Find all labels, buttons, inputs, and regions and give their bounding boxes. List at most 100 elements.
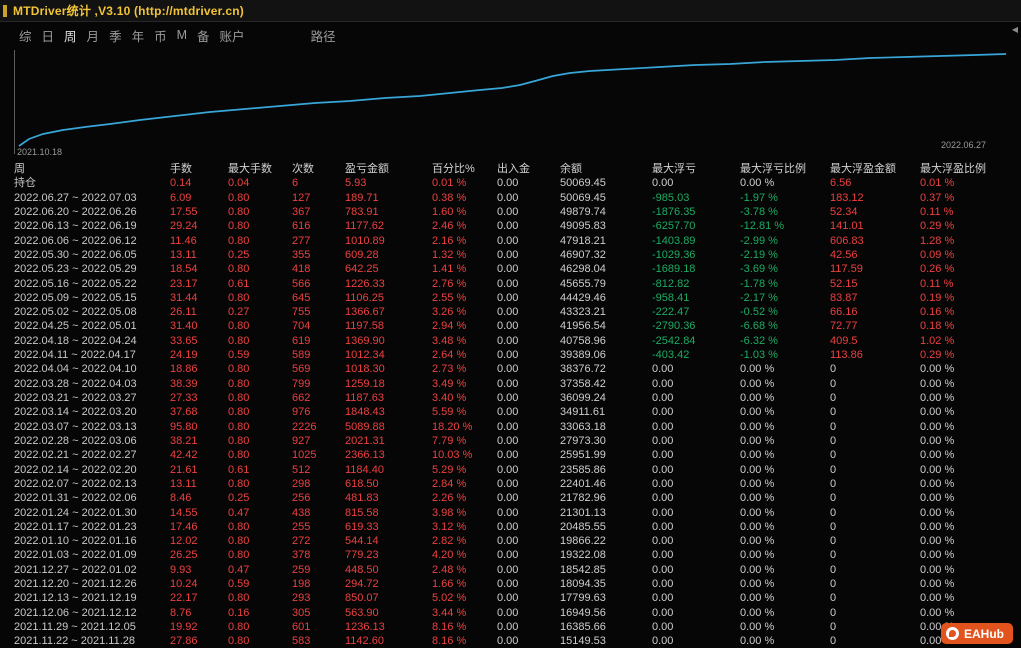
- menu-item-周[interactable]: 周: [59, 26, 82, 45]
- table-cell: 2021.11.22 ~ 2021.11.28: [0, 634, 170, 648]
- table-row[interactable]: 2022.01.03 ~ 2022.01.0926.250.80378779.2…: [0, 548, 1021, 562]
- table-cell: 26.25: [170, 548, 228, 562]
- table-cell: 14.55: [170, 506, 228, 520]
- table-cell: 持仓: [0, 176, 170, 190]
- table-cell: 0.00: [652, 477, 740, 491]
- collapse-panel-icon[interactable]: ◀: [1012, 26, 1018, 34]
- table-row[interactable]: 2022.04.25 ~ 2022.05.0131.400.807041197.…: [0, 319, 1021, 333]
- table-row[interactable]: 2022.01.10 ~ 2022.01.1612.020.80272544.1…: [0, 534, 1021, 548]
- table-row[interactable]: 2022.06.06 ~ 2022.06.1211.460.802771010.…: [0, 234, 1021, 248]
- table-cell: 2226: [292, 420, 345, 434]
- table-row[interactable]: 2022.05.23 ~ 2022.05.2918.540.80418642.2…: [0, 262, 1021, 276]
- column-header[interactable]: 余额: [560, 162, 652, 176]
- table-row[interactable]: 2021.11.29 ~ 2021.12.0519.920.806011236.…: [0, 620, 1021, 634]
- table-cell: -2542.84: [652, 334, 740, 348]
- eahub-badge[interactable]: EAHub: [941, 623, 1013, 644]
- table-cell: 0.00: [497, 606, 560, 620]
- menu-item-月[interactable]: 月: [82, 26, 105, 45]
- table-row[interactable]: 2021.12.13 ~ 2021.12.1922.170.80293850.0…: [0, 591, 1021, 605]
- table-cell: 3.40 %: [432, 391, 497, 405]
- column-header[interactable]: 最大手数: [228, 162, 292, 176]
- menu-item-季[interactable]: 季: [104, 26, 127, 45]
- table-cell: 47918.21: [560, 234, 652, 248]
- table-row[interactable]: 2022.02.21 ~ 2022.02.2742.420.8010252366…: [0, 448, 1021, 462]
- table-row[interactable]: 2021.11.22 ~ 2021.11.2827.860.805831142.…: [0, 634, 1021, 648]
- table-cell: 1197.58: [345, 319, 432, 333]
- table-cell: 418: [292, 262, 345, 276]
- table-row[interactable]: 2022.01.17 ~ 2022.01.2317.460.80255619.3…: [0, 520, 1021, 534]
- table-row[interactable]: 2022.05.09 ~ 2022.05.1531.440.806451106.…: [0, 291, 1021, 305]
- table-row[interactable]: 2022.04.11 ~ 2022.04.1724.190.595891012.…: [0, 348, 1021, 362]
- table-cell: 42.56: [830, 248, 920, 262]
- table-row[interactable]: 2022.05.02 ~ 2022.05.0826.110.277551366.…: [0, 305, 1021, 319]
- table-cell: 2022.01.31 ~ 2022.02.06: [0, 491, 170, 505]
- app-icon: [3, 5, 7, 17]
- table-cell: 0.00 %: [920, 591, 1021, 605]
- menu-item-日[interactable]: 日: [37, 26, 60, 45]
- table-cell: 0.00: [497, 591, 560, 605]
- table-cell: 2.26 %: [432, 491, 497, 505]
- table-cell: 0.00 %: [920, 391, 1021, 405]
- table-cell: 0.00: [497, 277, 560, 291]
- menu-item-综[interactable]: 综: [14, 26, 37, 45]
- column-header[interactable]: 最大浮亏: [652, 162, 740, 176]
- column-header[interactable]: 最大浮盈金额: [830, 162, 920, 176]
- table-row[interactable]: 2022.04.18 ~ 2022.04.2433.650.806191369.…: [0, 334, 1021, 348]
- table-cell: 1010.89: [345, 234, 432, 248]
- table-cell: 2022.01.03 ~ 2022.01.09: [0, 548, 170, 562]
- table-row[interactable]: 2022.06.20 ~ 2022.06.2617.550.80367783.9…: [0, 205, 1021, 219]
- menu-item-币[interactable]: 币: [149, 26, 172, 45]
- table-cell: 21782.96: [560, 491, 652, 505]
- table-cell: 0.80: [228, 477, 292, 491]
- table-cell: 2.76 %: [432, 277, 497, 291]
- menu-item-M[interactable]: M: [172, 28, 192, 42]
- table-row[interactable]: 2022.02.14 ~ 2022.02.2021.610.615121184.…: [0, 463, 1021, 477]
- table-row[interactable]: 2022.05.30 ~ 2022.06.0513.110.25355609.2…: [0, 248, 1021, 262]
- table-row[interactable]: 2021.12.06 ~ 2021.12.128.760.16305563.90…: [0, 606, 1021, 620]
- table-cell: 0.00 %: [740, 506, 830, 520]
- table-cell: 0.00 %: [920, 362, 1021, 376]
- column-header[interactable]: 百分比%: [432, 162, 497, 176]
- table-row[interactable]: 2022.05.16 ~ 2022.05.2223.170.615661226.…: [0, 277, 1021, 291]
- table-row[interactable]: 2022.03.14 ~ 2022.03.2037.680.809761848.…: [0, 405, 1021, 419]
- menu-item-账户[interactable]: 账户: [215, 26, 250, 45]
- table-row[interactable]: 2021.12.27 ~ 2022.01.029.930.47259448.50…: [0, 563, 1021, 577]
- eahub-badge-label: EAHub: [964, 627, 1004, 641]
- menu-item-备[interactable]: 备: [192, 26, 215, 45]
- table-row[interactable]: 2022.02.07 ~ 2022.02.1313.110.80298618.5…: [0, 477, 1021, 491]
- stats-table-header: 周手数最大手数次数盈亏金额百分比%出入金余额最大浮亏最大浮亏比例最大浮盈金额最大…: [0, 162, 1021, 176]
- table-cell: 0.00: [652, 534, 740, 548]
- column-header[interactable]: 最大浮亏比例: [740, 162, 830, 176]
- table-row[interactable]: 2022.03.21 ~ 2022.03.2727.330.806621187.…: [0, 391, 1021, 405]
- column-header[interactable]: 手数: [170, 162, 228, 176]
- column-header[interactable]: 周: [0, 162, 170, 176]
- table-row[interactable]: 2022.02.28 ~ 2022.03.0638.210.809272021.…: [0, 434, 1021, 448]
- table-cell: 0.00: [497, 319, 560, 333]
- table-row[interactable]: 2022.03.07 ~ 2022.03.1395.800.8022265089…: [0, 420, 1021, 434]
- table-row[interactable]: 2022.03.28 ~ 2022.04.0338.390.807991259.…: [0, 377, 1021, 391]
- table-cell: 0.00: [497, 362, 560, 376]
- table-cell: 3.48 %: [432, 334, 497, 348]
- table-cell: 704: [292, 319, 345, 333]
- table-row[interactable]: 2022.06.27 ~ 2022.07.036.090.80127189.71…: [0, 191, 1021, 205]
- column-header[interactable]: 最大浮盈比例: [920, 162, 1021, 176]
- table-row[interactable]: 2022.04.04 ~ 2022.04.1018.860.805691018.…: [0, 362, 1021, 376]
- column-header[interactable]: 次数: [292, 162, 345, 176]
- table-row[interactable]: 2022.01.24 ~ 2022.01.3014.550.47438815.5…: [0, 506, 1021, 520]
- table-cell: 0.00: [652, 548, 740, 562]
- table-row[interactable]: 2022.06.13 ~ 2022.06.1929.240.806161177.…: [0, 219, 1021, 233]
- table-row[interactable]: 2021.12.20 ~ 2021.12.2610.240.59198294.7…: [0, 577, 1021, 591]
- table-cell: -3.78 %: [740, 205, 830, 219]
- table-row[interactable]: 2022.01.31 ~ 2022.02.068.460.25256481.83…: [0, 491, 1021, 505]
- menu-item-年[interactable]: 年: [127, 26, 150, 45]
- table-row[interactable]: 持仓0.140.0465.930.01 %0.0050069.450.000.0…: [0, 176, 1021, 190]
- table-cell: 0.00 %: [920, 420, 1021, 434]
- table-cell: 0.00 %: [920, 491, 1021, 505]
- table-cell: 0.00: [497, 548, 560, 562]
- table-cell: 2.94 %: [432, 319, 497, 333]
- column-header[interactable]: 盈亏金额: [345, 162, 432, 176]
- menu-item-path[interactable]: 路径: [306, 26, 341, 45]
- table-cell: 0.00: [652, 377, 740, 391]
- table-cell: 815.58: [345, 506, 432, 520]
- column-header[interactable]: 出入金: [497, 162, 560, 176]
